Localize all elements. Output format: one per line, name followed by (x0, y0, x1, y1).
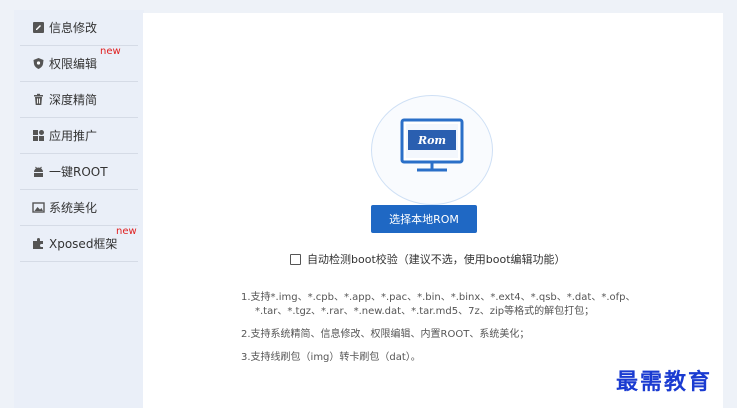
new-badge: new (116, 226, 137, 237)
sidebar-item-permission-edit[interactable]: 权限编辑 new (20, 46, 138, 82)
boot-check-option[interactable]: 自动检测boot校验（建议不选，使用boot编辑功能） (290, 251, 566, 267)
shield-icon (32, 57, 45, 70)
sidebar-item-system-beautify[interactable]: 系统美化 (20, 190, 138, 226)
sidebar: 信息修改 权限编辑 new 深度精简 应用推广 一键ROOT 系统美化 Xpos… (14, 10, 144, 408)
new-badge: new (100, 46, 121, 57)
sidebar-item-app-promo[interactable]: 应用推广 (20, 118, 138, 154)
sidebar-item-label: 深度精简 (49, 93, 98, 107)
sidebar-item-label: 系统美化 (49, 201, 98, 215)
boot-check-label: 自动检测boot校验（建议不选，使用boot编辑功能） (307, 253, 566, 266)
boot-check-checkbox[interactable] (290, 253, 301, 265)
sidebar-item-label: 应用推广 (49, 129, 98, 143)
puzzle-icon (32, 237, 45, 250)
sidebar-item-label: 信息修改 (49, 21, 98, 35)
sidebar-item-label: 权限编辑 (49, 57, 98, 71)
trash-icon (32, 93, 45, 106)
sidebar-item-label: Xposed框架 (49, 237, 118, 251)
support-notes: 1.支持*.img、*.cpb、*.app、*.pac、*.bin、*.binx… (241, 291, 636, 365)
rom-illustration: Rom (371, 95, 493, 205)
watermark: 最需教育 (616, 369, 713, 395)
main-panel: Rom 选择本地ROM 自动检测boot校验（建议不选，使用boot编辑功能） … (143, 13, 723, 408)
note-line-3: 3.支持线刷包（img）转卡刷包（dat）。 (241, 352, 421, 363)
note-line-1a: 1.支持*.img、*.cpb、*.app、*.pac、*.bin、*.binx… (241, 292, 636, 303)
edit-icon (32, 21, 45, 34)
sidebar-item-label: 一键ROOT (49, 165, 108, 179)
note-line-2: 2.支持系统精简、信息修改、权限编辑、内置ROOT、系统美化； (241, 329, 530, 340)
monitor-icon: Rom (400, 118, 464, 172)
android-icon (32, 165, 45, 178)
rom-label: Rom (417, 134, 446, 147)
choose-local-rom-button[interactable]: 选择本地ROM (371, 205, 477, 233)
apps-icon (32, 129, 45, 142)
note-line-1b: *.tar、*.tgz、*.rar、*.new.dat、*.tar.md5、7z… (255, 306, 595, 317)
image-icon (32, 201, 45, 214)
right-edge (723, 0, 737, 408)
sidebar-item-deep-slim[interactable]: 深度精简 (20, 82, 138, 118)
sidebar-item-xposed[interactable]: Xposed框架 new (20, 226, 138, 262)
sidebar-item-info-edit[interactable]: 信息修改 (20, 10, 138, 46)
sidebar-item-one-click-root[interactable]: 一键ROOT (20, 154, 138, 190)
